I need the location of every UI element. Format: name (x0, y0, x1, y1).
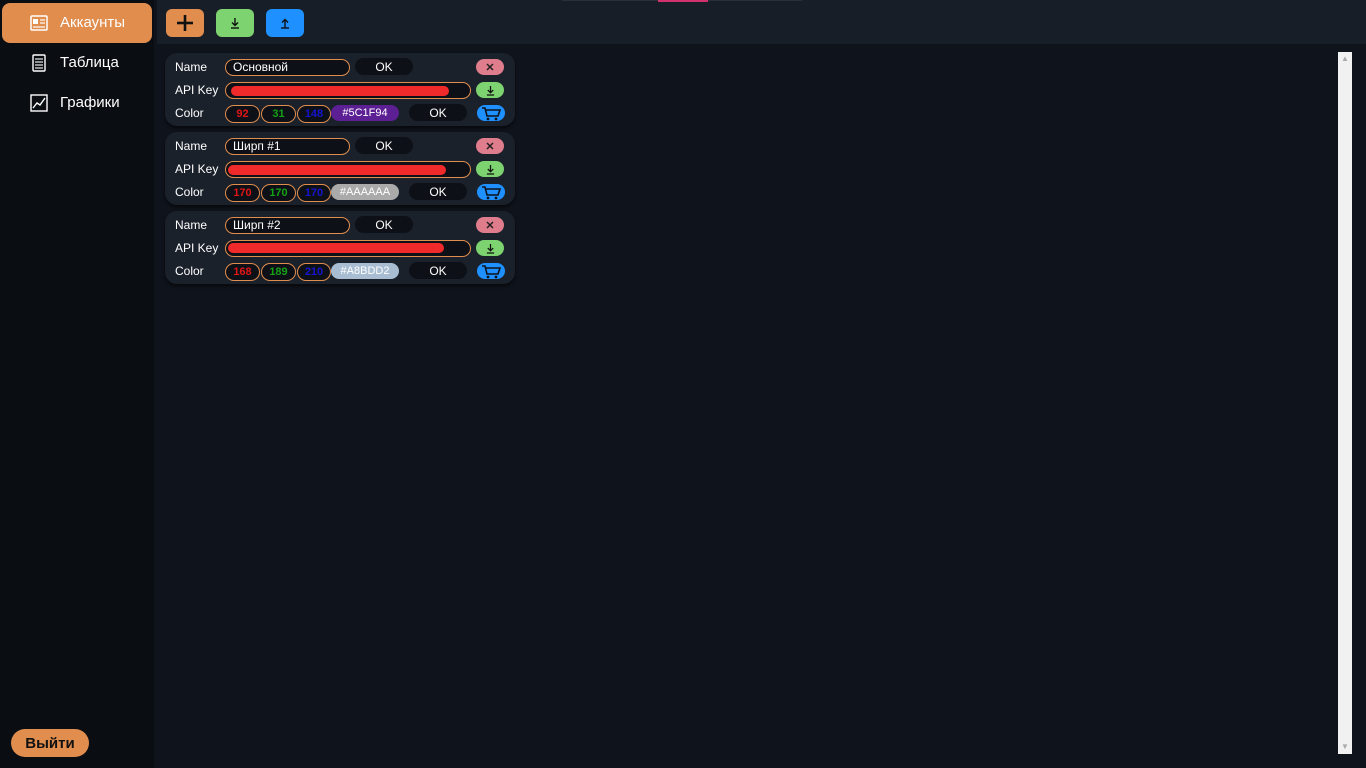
api-key-redaction (231, 86, 449, 96)
name-ok-button[interactable]: OK (355, 58, 413, 75)
color-picker-button[interactable] (476, 262, 506, 280)
color-blue-input[interactable]: 210 (297, 263, 331, 281)
color-label: Color (175, 106, 204, 120)
color-blue-input[interactable]: 170 (297, 184, 331, 202)
account-card: Name Ширп #1 OK ✕ API Key Color 170 170 … (165, 132, 515, 205)
api-key-label: API Key (175, 83, 219, 97)
download-icon (486, 85, 494, 96)
palette-cart-icon (477, 184, 505, 200)
chart-icon (30, 94, 48, 112)
color-red-input[interactable]: 170 (225, 184, 260, 202)
sidebar: Аккаунты Таблица Графики Выйти (0, 0, 154, 768)
close-icon: ✕ (485, 140, 495, 153)
sidebar-item-accounts[interactable]: Аккаунты (2, 3, 152, 43)
upload-icon (281, 18, 289, 29)
color-green-input[interactable]: 31 (261, 105, 296, 123)
color-red-input[interactable]: 168 (225, 263, 260, 281)
api-key-label: API Key (175, 241, 219, 255)
delete-account-button[interactable]: ✕ (476, 138, 504, 154)
export-button[interactable] (266, 9, 304, 37)
color-red-input[interactable]: 92 (225, 105, 260, 123)
color-hex-input[interactable]: #5C1F94 (331, 105, 399, 121)
toolbar (157, 0, 1366, 44)
color-hex-input[interactable]: #A8BDD2 (331, 263, 399, 279)
sidebar-item-table[interactable]: Таблица (2, 43, 152, 83)
save-api-key-button[interactable] (476, 240, 504, 256)
color-label: Color (175, 185, 204, 199)
sidebar-item-label: Графики (60, 94, 120, 111)
color-ok-button[interactable]: OK (409, 104, 467, 121)
close-icon: ✕ (485, 61, 495, 74)
save-api-key-button[interactable] (476, 82, 504, 98)
color-blue-input[interactable]: 148 (297, 105, 331, 123)
logout-button[interactable]: Выйти (11, 729, 89, 757)
sidebar-item-label: Аккаунты (60, 14, 126, 31)
api-key-label: API Key (175, 162, 219, 176)
scrollbar-thumb[interactable] (1340, 62, 1350, 742)
api-key-redaction (228, 165, 446, 175)
delete-account-button[interactable]: ✕ (476, 217, 504, 233)
name-label: Name (175, 139, 208, 153)
import-button[interactable] (216, 9, 254, 37)
name-label: Name (175, 218, 208, 232)
color-picker-button[interactable] (476, 183, 506, 201)
api-key-redaction (228, 243, 444, 253)
color-label: Color (175, 264, 204, 278)
color-ok-button[interactable]: OK (409, 183, 467, 200)
color-ok-button[interactable]: OK (409, 262, 467, 279)
delete-account-button[interactable]: ✕ (476, 59, 504, 75)
download-icon (231, 18, 239, 29)
scrollbar[interactable]: ▲ ▼ (1338, 52, 1352, 754)
plus-icon (177, 15, 193, 31)
account-card: Name Основной OK ✕ API Key Color 92 31 1… (165, 53, 515, 126)
palette-cart-icon (477, 105, 505, 121)
color-hex-input[interactable]: #AAAAAA (331, 184, 399, 200)
sidebar-item-charts[interactable]: Графики (2, 83, 152, 123)
active-tab-indicator (658, 0, 708, 2)
name-label: Name (175, 60, 208, 74)
name-ok-button[interactable]: OK (355, 137, 413, 154)
download-icon (486, 243, 494, 254)
add-account-button[interactable] (166, 9, 204, 37)
accounts-icon (30, 15, 48, 31)
close-icon: ✕ (485, 219, 495, 232)
account-card: Name Ширп #2 OK ✕ API Key Color 168 189 … (165, 211, 515, 284)
account-name-input[interactable]: Ширп #1 (225, 138, 350, 155)
name-ok-button[interactable]: OK (355, 216, 413, 233)
account-name-input[interactable]: Основной (225, 59, 350, 76)
scroll-down-icon[interactable]: ▼ (1341, 742, 1349, 751)
color-green-input[interactable]: 170 (261, 184, 296, 202)
color-green-input[interactable]: 189 (261, 263, 296, 281)
account-name-input[interactable]: Ширп #2 (225, 217, 350, 234)
save-api-key-button[interactable] (476, 161, 504, 177)
table-icon (32, 54, 46, 72)
sidebar-item-label: Таблица (60, 54, 119, 71)
palette-cart-icon (477, 263, 505, 279)
color-picker-button[interactable] (476, 104, 506, 122)
download-icon (486, 164, 494, 175)
